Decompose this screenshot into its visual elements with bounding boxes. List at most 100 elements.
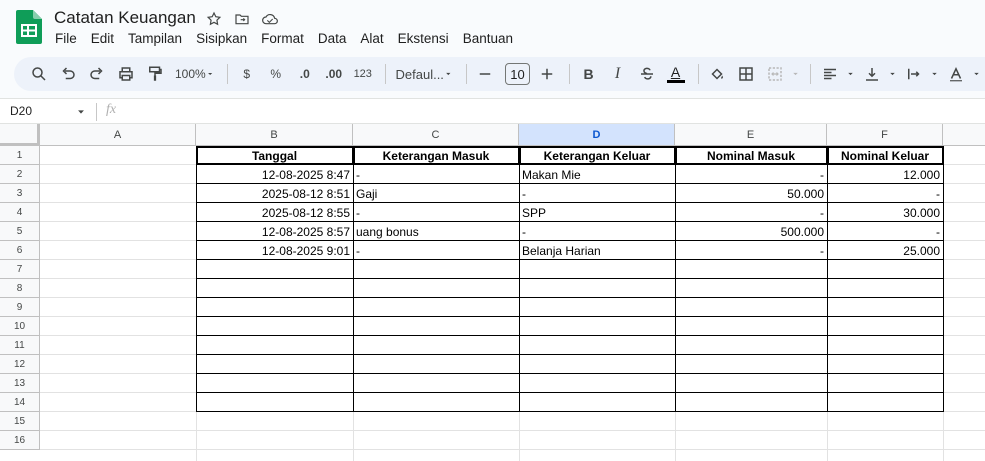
row-header-11[interactable]: 11 bbox=[0, 336, 40, 355]
menu-help[interactable]: Bantuan bbox=[456, 30, 520, 48]
column-header-f[interactable]: F bbox=[827, 124, 943, 146]
name-box[interactable]: D20 bbox=[10, 104, 32, 118]
select-all-corner[interactable] bbox=[0, 124, 40, 146]
increase-font-size-icon[interactable] bbox=[534, 61, 560, 87]
decrease-decimal-button[interactable]: .0 bbox=[292, 61, 318, 87]
column-header-d[interactable]: D bbox=[519, 124, 675, 146]
row-header-8[interactable]: 8 bbox=[0, 279, 40, 298]
bold-button[interactable]: B bbox=[576, 61, 602, 87]
chevron-down-icon[interactable] bbox=[791, 68, 800, 80]
table-header-cell[interactable]: Tanggal bbox=[196, 146, 353, 165]
row-header-7[interactable]: 7 bbox=[0, 260, 40, 279]
cloud-saved-icon[interactable] bbox=[261, 10, 279, 28]
table-header-cell[interactable]: Nominal Keluar bbox=[827, 146, 943, 165]
table-cell[interactable]: uang bonus bbox=[353, 222, 519, 241]
text-rotation-icon[interactable] bbox=[943, 61, 969, 87]
italic-button[interactable]: I bbox=[605, 61, 631, 87]
column-header-a[interactable]: A bbox=[40, 124, 196, 146]
row-header-14[interactable]: 14 bbox=[0, 393, 40, 412]
table-cell[interactable]: - bbox=[675, 165, 827, 184]
decrease-font-size-icon[interactable] bbox=[472, 61, 498, 87]
print-icon[interactable] bbox=[113, 61, 139, 87]
row-header-15[interactable]: 15 bbox=[0, 412, 40, 431]
undo-icon[interactable] bbox=[55, 61, 81, 87]
table-cell[interactable]: - bbox=[519, 184, 675, 203]
table-cell[interactable]: - bbox=[353, 241, 519, 260]
font-family-select[interactable]: Defaul... bbox=[392, 61, 457, 87]
menu-extensions[interactable]: Ekstensi bbox=[391, 30, 456, 48]
table-cell[interactable]: - bbox=[675, 203, 827, 222]
table-cell[interactable]: 2025-08-12 8:55 bbox=[196, 203, 353, 222]
table-cell[interactable]: - bbox=[353, 203, 519, 222]
fill-color-icon[interactable] bbox=[704, 61, 730, 87]
increase-decimal-button[interactable]: .00 bbox=[321, 61, 347, 87]
table-header-cell[interactable]: Nominal Masuk bbox=[675, 146, 827, 165]
table-cell[interactable]: - bbox=[353, 165, 519, 184]
redo-icon[interactable] bbox=[84, 61, 110, 87]
table-cell[interactable]: 25.000 bbox=[827, 241, 943, 260]
menu-insert[interactable]: Sisipkan bbox=[189, 30, 254, 48]
row-header-4[interactable]: 4 bbox=[0, 203, 40, 222]
vertical-align-icon[interactable] bbox=[859, 61, 885, 87]
table-cell[interactable]: - bbox=[675, 241, 827, 260]
table-cell[interactable]: 50.000 bbox=[675, 184, 827, 203]
table-cell[interactable]: 12-08-2025 8:57 bbox=[196, 222, 353, 241]
row-header-5[interactable]: 5 bbox=[0, 222, 40, 241]
menu-view[interactable]: Tampilan bbox=[121, 30, 189, 48]
column-header-c[interactable]: C bbox=[353, 124, 519, 146]
column-header-e[interactable]: E bbox=[675, 124, 827, 146]
table-cell[interactable]: Makan Mie bbox=[519, 165, 675, 184]
strikethrough-icon[interactable] bbox=[634, 61, 660, 87]
menu-tools[interactable]: Alat bbox=[353, 30, 390, 48]
table-cell[interactable]: - bbox=[519, 222, 675, 241]
table-cell[interactable]: Gaji bbox=[353, 184, 519, 203]
table-header-cell[interactable]: Keterangan Keluar bbox=[519, 146, 675, 165]
text-color-button[interactable]: A bbox=[663, 61, 689, 87]
row-header-13[interactable]: 13 bbox=[0, 374, 40, 393]
menu-data[interactable]: Data bbox=[311, 30, 354, 48]
zoom-select[interactable]: 100% bbox=[171, 61, 218, 87]
row-header-1[interactable]: 1 bbox=[0, 146, 40, 165]
text-wrapping-icon[interactable] bbox=[901, 61, 927, 87]
format-percent-button[interactable]: % bbox=[263, 61, 289, 87]
menu-file[interactable]: File bbox=[48, 30, 84, 48]
merge-cells-icon[interactable] bbox=[762, 61, 788, 87]
chevron-down-icon[interactable] bbox=[76, 107, 86, 117]
more-formats-button[interactable]: 123 bbox=[350, 61, 376, 87]
borders-icon[interactable] bbox=[733, 61, 759, 87]
format-currency-button[interactable]: $ bbox=[234, 61, 260, 87]
document-title[interactable]: Catatan Keuangan bbox=[54, 8, 196, 28]
star-icon[interactable] bbox=[205, 10, 223, 28]
table-cell[interactable]: 30.000 bbox=[827, 203, 943, 222]
row-header-10[interactable]: 10 bbox=[0, 317, 40, 336]
paint-format-icon[interactable] bbox=[142, 61, 168, 87]
sheets-logo-icon[interactable] bbox=[16, 10, 42, 44]
spreadsheet-grid[interactable]: A B C D E F 1 2 3 4 5 6 7 8 9 10 11 12 13 14 15 16 Tanggal Kete… bbox=[0, 124, 985, 461]
table-cell[interactable]: SPP bbox=[519, 203, 675, 222]
column-header-b[interactable]: B bbox=[196, 124, 353, 146]
horizontal-align-icon[interactable] bbox=[817, 61, 843, 87]
table-cell[interactable]: Belanja Harian bbox=[519, 241, 675, 260]
table-cell[interactable]: 12-08-2025 8:47 bbox=[196, 165, 353, 184]
font-size-input[interactable]: 10 bbox=[505, 63, 530, 85]
chevron-down-icon[interactable] bbox=[930, 68, 939, 80]
table-cell[interactable]: 500.000 bbox=[675, 222, 827, 241]
table-cell[interactable]: 12.000 bbox=[827, 165, 943, 184]
table-cell[interactable]: - bbox=[827, 222, 943, 241]
row-header-9[interactable]: 9 bbox=[0, 298, 40, 317]
row-header-12[interactable]: 12 bbox=[0, 355, 40, 374]
chevron-down-icon[interactable] bbox=[972, 68, 981, 80]
menu-edit[interactable]: Edit bbox=[84, 30, 121, 48]
table-cell[interactable]: 2025-08-12 8:51 bbox=[196, 184, 353, 203]
row-header-3[interactable]: 3 bbox=[0, 184, 40, 203]
table-cell[interactable]: 12-08-2025 9:01 bbox=[196, 241, 353, 260]
row-header-16[interactable]: 16 bbox=[0, 431, 40, 450]
move-folder-icon[interactable] bbox=[233, 10, 251, 28]
chevron-down-icon[interactable] bbox=[888, 68, 897, 80]
row-header-2[interactable]: 2 bbox=[0, 165, 40, 184]
menu-format[interactable]: Format bbox=[254, 30, 311, 48]
row-header-6[interactable]: 6 bbox=[0, 241, 40, 260]
chevron-down-icon[interactable] bbox=[846, 68, 855, 80]
search-menus-icon[interactable] bbox=[26, 61, 52, 87]
table-cell[interactable]: - bbox=[827, 184, 943, 203]
